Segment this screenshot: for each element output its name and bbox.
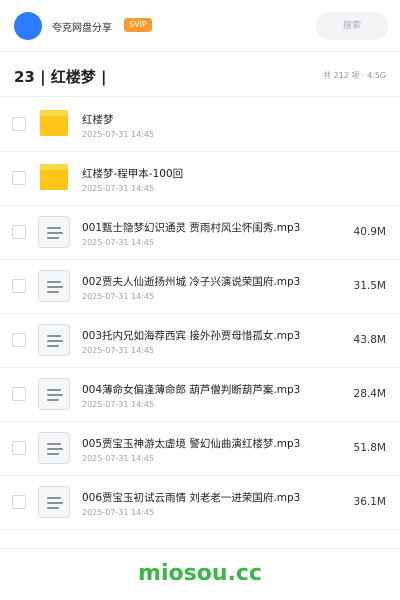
- audio-file-icon: [38, 378, 70, 410]
- file-size: 51.8M: [353, 442, 386, 454]
- file-row-audio[interactable]: 001甄士隐梦幻识通灵 贾雨村风尘怀闺秀.mp3 2025-07-31 14:4…: [0, 206, 400, 260]
- app-name: 夸克网盘分享: [52, 23, 112, 34]
- folder-icon: [38, 162, 70, 194]
- file-name: 005贾宝玉神游太虚境 警幻仙曲演红楼梦.mp3: [82, 438, 301, 450]
- file-row-audio[interactable]: 004薄命女偏逢薄命郎 葫芦僧判断葫芦案.mp3 2025-07-31 14:4…: [0, 368, 400, 422]
- file-date: 2025-07-31 14:45: [82, 508, 155, 517]
- audio-file-icon: [38, 486, 70, 518]
- file-name: 004薄命女偏逢薄命郎 葫芦僧判断葫芦案.mp3: [82, 384, 301, 396]
- select-checkbox[interactable]: [12, 279, 26, 293]
- file-date: 2025-07-31 14:45: [82, 238, 155, 247]
- file-date: 2025-07-31 14:45: [82, 130, 155, 139]
- select-checkbox[interactable]: [12, 495, 26, 509]
- folder-title-bar: 23 | 红楼梦 | 共 212 项 · 4.5G: [0, 53, 400, 97]
- file-row-audio[interactable]: 006贾宝玉初试云雨情 刘老老一进荣国府.mp3 2025-07-31 14:4…: [0, 476, 400, 530]
- select-checkbox[interactable]: [12, 441, 26, 455]
- file-date: 2025-07-31 14:45: [82, 454, 155, 463]
- audio-file-icon: [38, 216, 70, 248]
- avatar[interactable]: [14, 12, 42, 40]
- top-bar: 夸克网盘分享 SVIP 搜索: [0, 0, 400, 52]
- search-input[interactable]: 搜索: [316, 12, 388, 40]
- file-size: 36.1M: [353, 496, 386, 508]
- file-name: 红楼梦: [82, 114, 114, 126]
- select-checkbox[interactable]: [12, 171, 26, 185]
- file-list: 红楼梦 2025-07-31 14:45 红楼梦-程甲本-100回 2025-0…: [0, 98, 400, 530]
- file-date: 2025-07-31 14:45: [82, 184, 155, 193]
- file-size: 28.4M: [353, 388, 386, 400]
- select-checkbox[interactable]: [12, 333, 26, 347]
- audio-file-icon: [38, 324, 70, 356]
- file-size: 43.8M: [353, 334, 386, 346]
- file-row-audio[interactable]: 003托内兄如海荐西宾 接外孙贾母惜孤女.mp3 2025-07-31 14:4…: [0, 314, 400, 368]
- footer: miosou.cc: [0, 548, 400, 600]
- audio-file-icon: [38, 270, 70, 302]
- file-size: 40.9M: [353, 226, 386, 238]
- page-title: 23 | 红楼梦 |: [14, 68, 107, 86]
- file-date: 2025-07-31 14:45: [82, 292, 155, 301]
- file-row-audio[interactable]: 005贾宝玉神游太虚境 警幻仙曲演红楼梦.mp3 2025-07-31 14:4…: [0, 422, 400, 476]
- watermark: miosou.cc: [138, 561, 262, 586]
- folder-icon: [38, 108, 70, 140]
- select-checkbox[interactable]: [12, 117, 26, 131]
- file-name: 002贾夫人仙逝扬州城 冷子兴演说荣国府.mp3: [82, 276, 301, 288]
- file-row-audio[interactable]: 002贾夫人仙逝扬州城 冷子兴演说荣国府.mp3 2025-07-31 14:4…: [0, 260, 400, 314]
- file-row-folder[interactable]: 红楼梦 2025-07-31 14:45: [0, 98, 400, 152]
- file-date: 2025-07-31 14:45: [82, 400, 155, 409]
- file-name: 001甄士隐梦幻识通灵 贾雨村风尘怀闺秀.mp3: [82, 222, 301, 234]
- file-size: 31.5M: [353, 280, 386, 292]
- audio-file-icon: [38, 432, 70, 464]
- svip-badge: SVIP: [124, 18, 152, 32]
- file-row-folder[interactable]: 红楼梦-程甲本-100回 2025-07-31 14:45: [0, 152, 400, 206]
- file-name: 006贾宝玉初试云雨情 刘老老一进荣国府.mp3: [82, 492, 301, 504]
- file-date: 2025-07-31 14:45: [82, 346, 155, 355]
- file-name: 003托内兄如海荐西宾 接外孙贾母惜孤女.mp3: [82, 330, 301, 342]
- file-name: 红楼梦-程甲本-100回: [82, 168, 184, 180]
- folder-summary: 共 212 项 · 4.5G: [323, 71, 386, 80]
- select-checkbox[interactable]: [12, 387, 26, 401]
- select-checkbox[interactable]: [12, 225, 26, 239]
